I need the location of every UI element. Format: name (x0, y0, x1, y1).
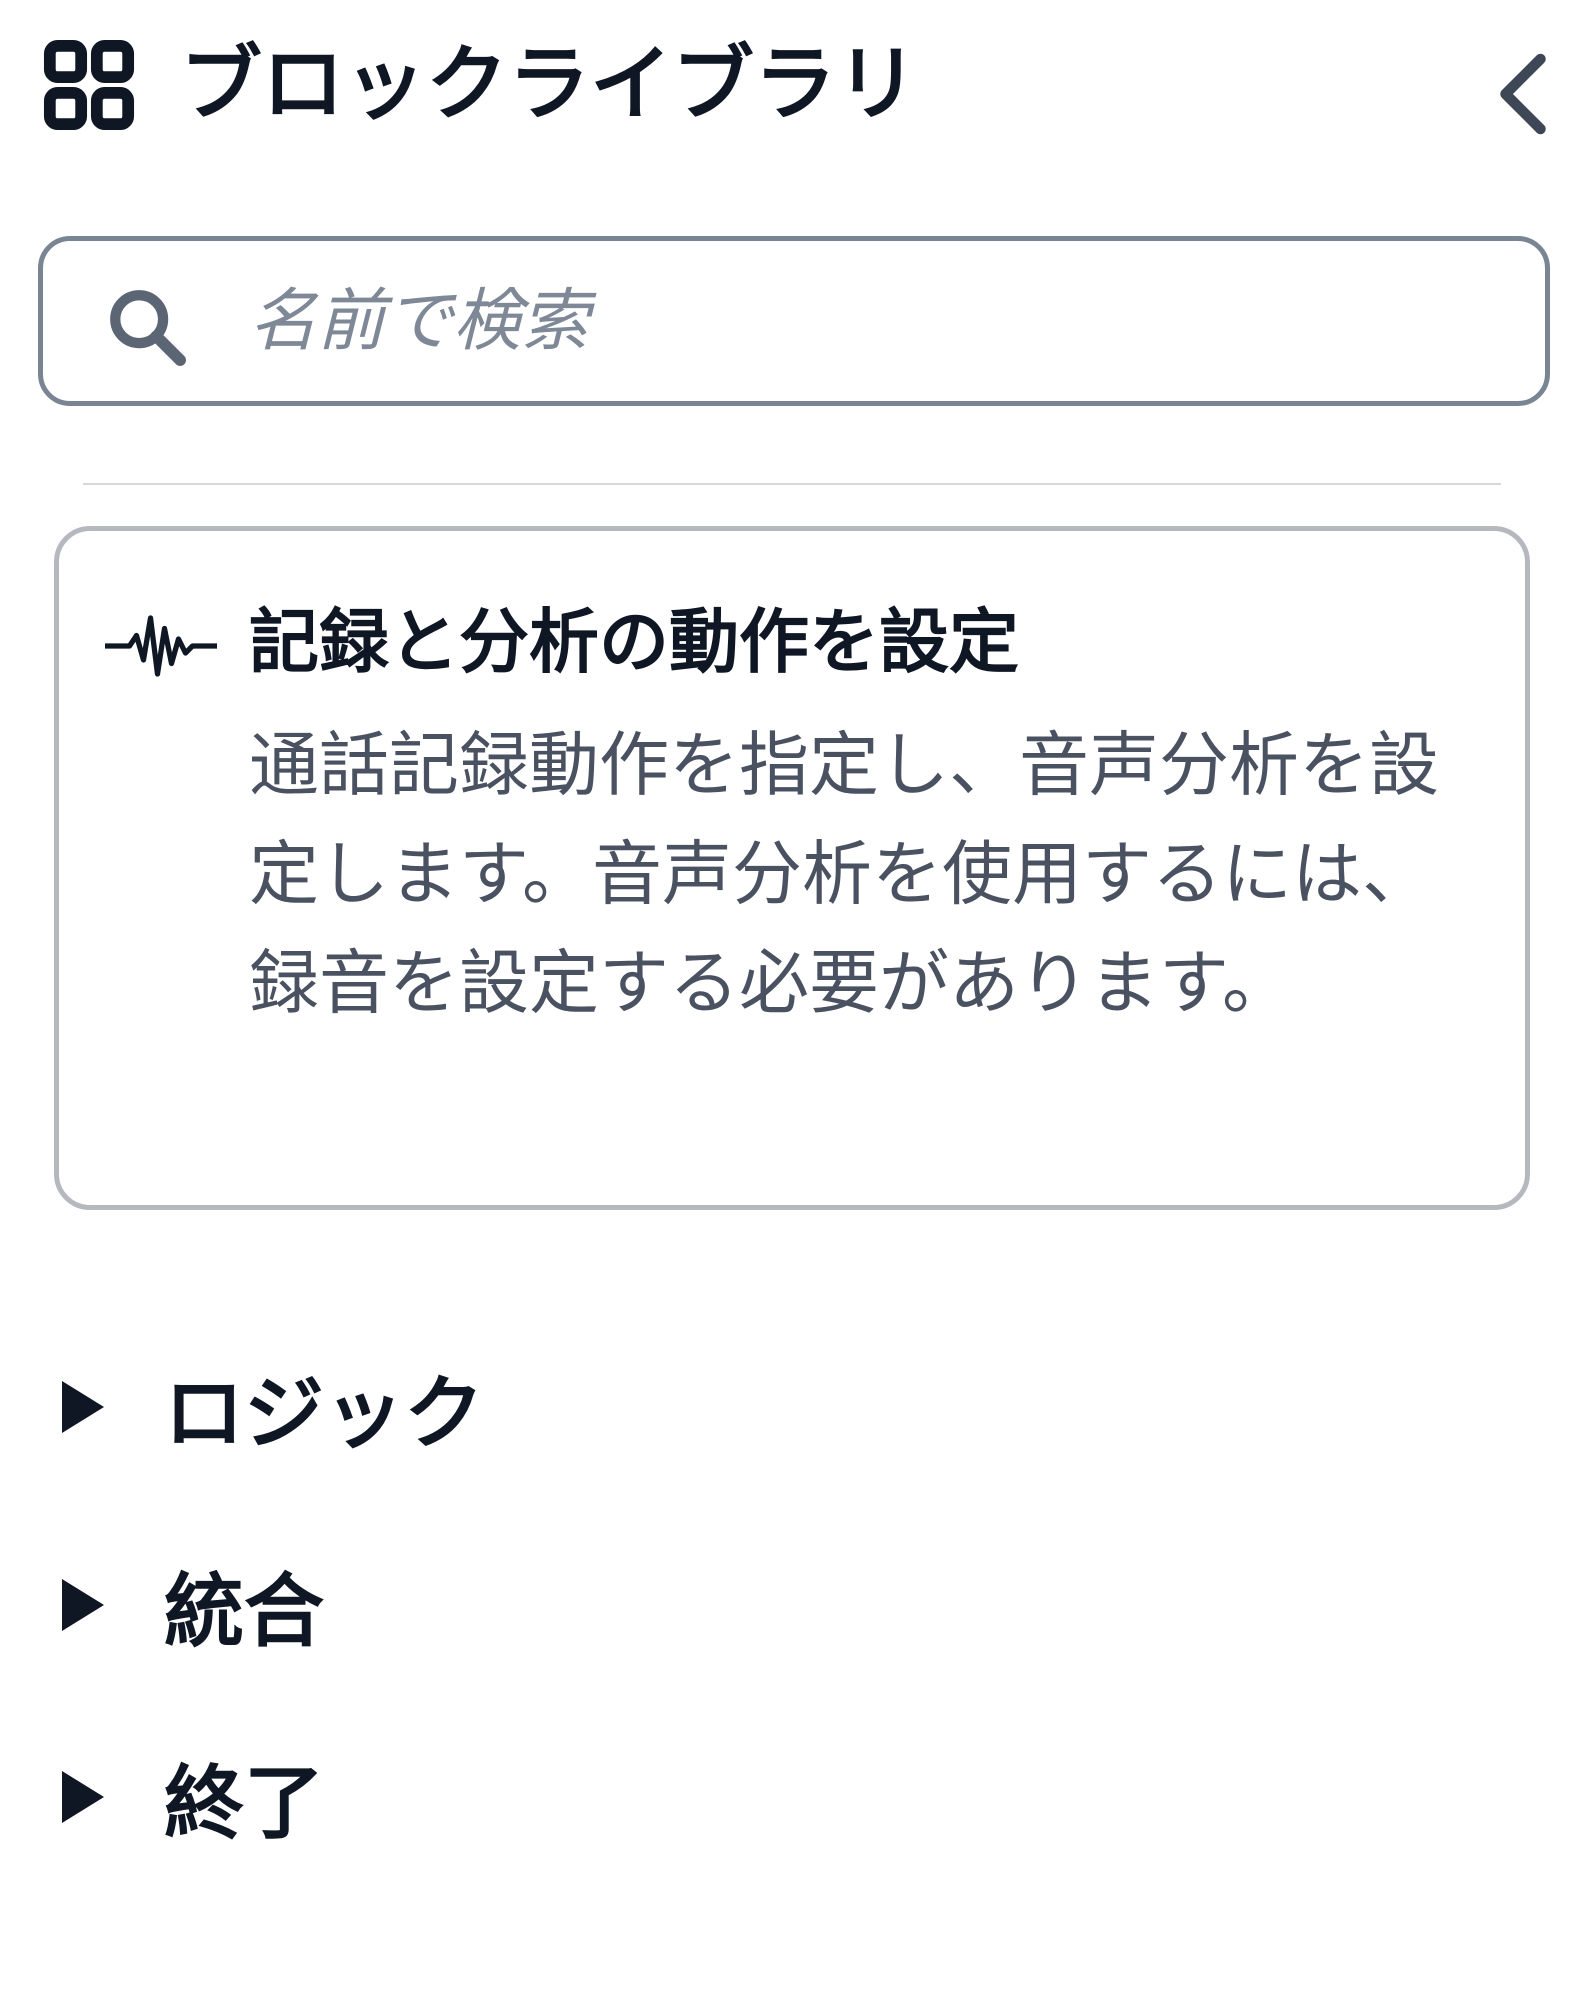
category-integration[interactable]: 統合 (62, 1550, 324, 1660)
divider (83, 483, 1501, 485)
search-input[interactable] (249, 271, 1509, 371)
caret-right-icon (62, 1579, 104, 1631)
panel-title: ブロックライブラリ (180, 37, 919, 132)
category-label: 統合 (164, 1565, 324, 1658)
caret-right-icon (62, 1381, 104, 1433)
search-icon (110, 290, 186, 366)
block-card-description: 通話記録動作を指定し、音声分析を設定します。音声分析を使用するには、録音を設定す… (249, 724, 1439, 1024)
search-field[interactable] (38, 236, 1550, 406)
caret-right-icon (62, 1771, 104, 1823)
block-card-recording-analytics[interactable]: 記録と分析の動作を設定 通話記録動作を指定し、音声分析を設定します。音声分析を使… (54, 526, 1530, 1210)
category-logic[interactable]: ロジック (62, 1352, 484, 1462)
chevron-left-icon[interactable] (1488, 52, 1558, 136)
block-card-title: 記録と分析の動作を設定 (249, 601, 1019, 683)
category-end[interactable]: 終了 (62, 1742, 324, 1852)
waveform-icon (105, 615, 217, 677)
grid-icon (43, 39, 135, 131)
category-label: 終了 (164, 1757, 324, 1850)
category-label: ロジック (164, 1367, 484, 1460)
